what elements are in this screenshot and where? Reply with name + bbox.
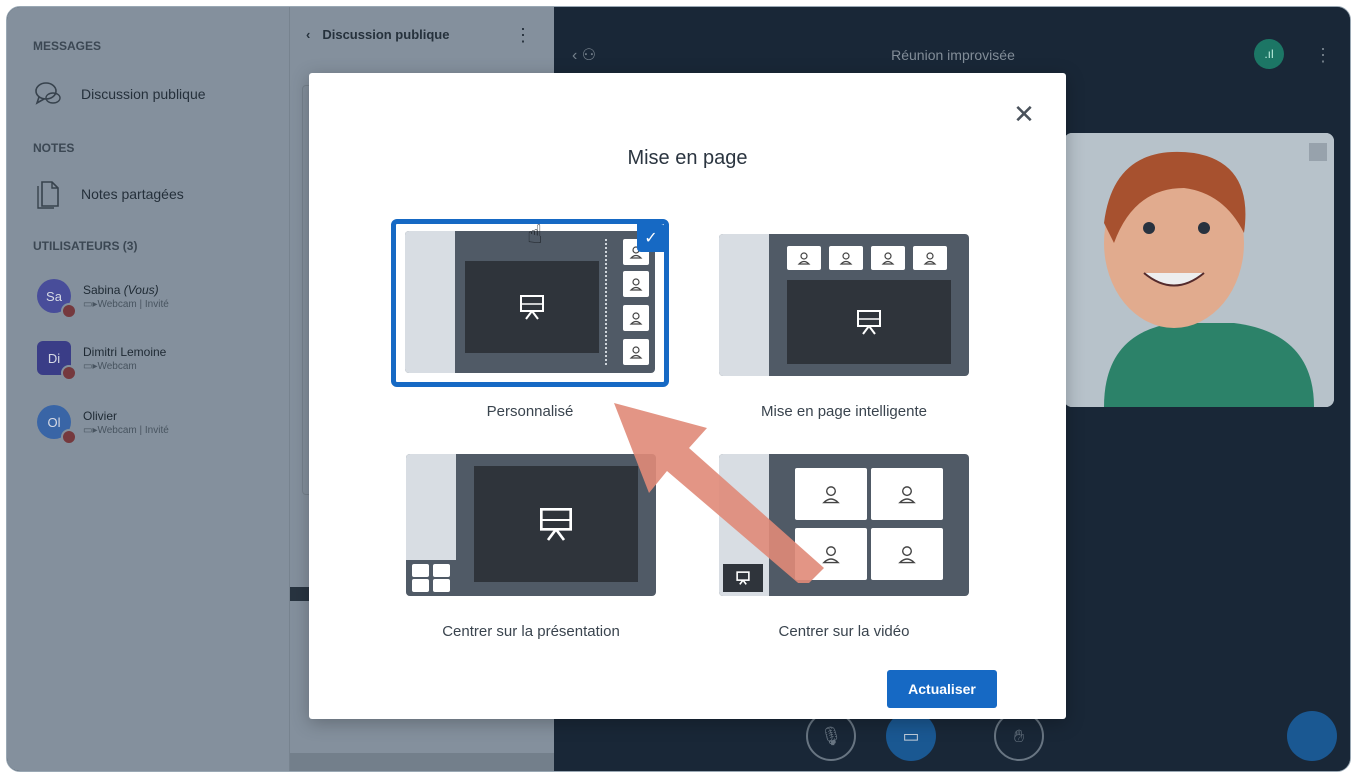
user-icon [433, 564, 450, 577]
user-icon [871, 528, 943, 580]
layout-option-label: Centrer sur la présentation [442, 623, 620, 640]
presentation-icon [465, 261, 599, 353]
hand-cursor-icon: ☝︎ [527, 219, 543, 249]
user-icon [623, 271, 649, 297]
user-icon [412, 579, 429, 592]
layout-thumbnail [405, 231, 655, 373]
annotation-arrow [614, 403, 824, 583]
layout-thumbnail [719, 234, 969, 376]
user-icon [871, 246, 905, 270]
user-icon [412, 564, 429, 577]
layout-modal: ✕ Mise en page ✓ Personnalisé Mise en pa… [309, 73, 1066, 719]
close-icon[interactable]: ✕ [1009, 99, 1039, 129]
modal-title: Mise en page [627, 147, 748, 169]
user-icon [623, 305, 649, 331]
app-window: MESSAGES Discussion publique NOTES Notes… [6, 6, 1351, 772]
layout-option-label: Centrer sur la vidéo [778, 623, 910, 640]
user-icon [787, 246, 821, 270]
user-icon [913, 246, 947, 270]
user-icon [871, 468, 943, 520]
user-icon [829, 246, 863, 270]
user-icon [433, 579, 450, 592]
user-icon [623, 339, 649, 365]
check-icon: ✓ [637, 224, 665, 252]
presentation-icon [787, 280, 951, 364]
update-button[interactable]: Actualiser [887, 670, 997, 708]
